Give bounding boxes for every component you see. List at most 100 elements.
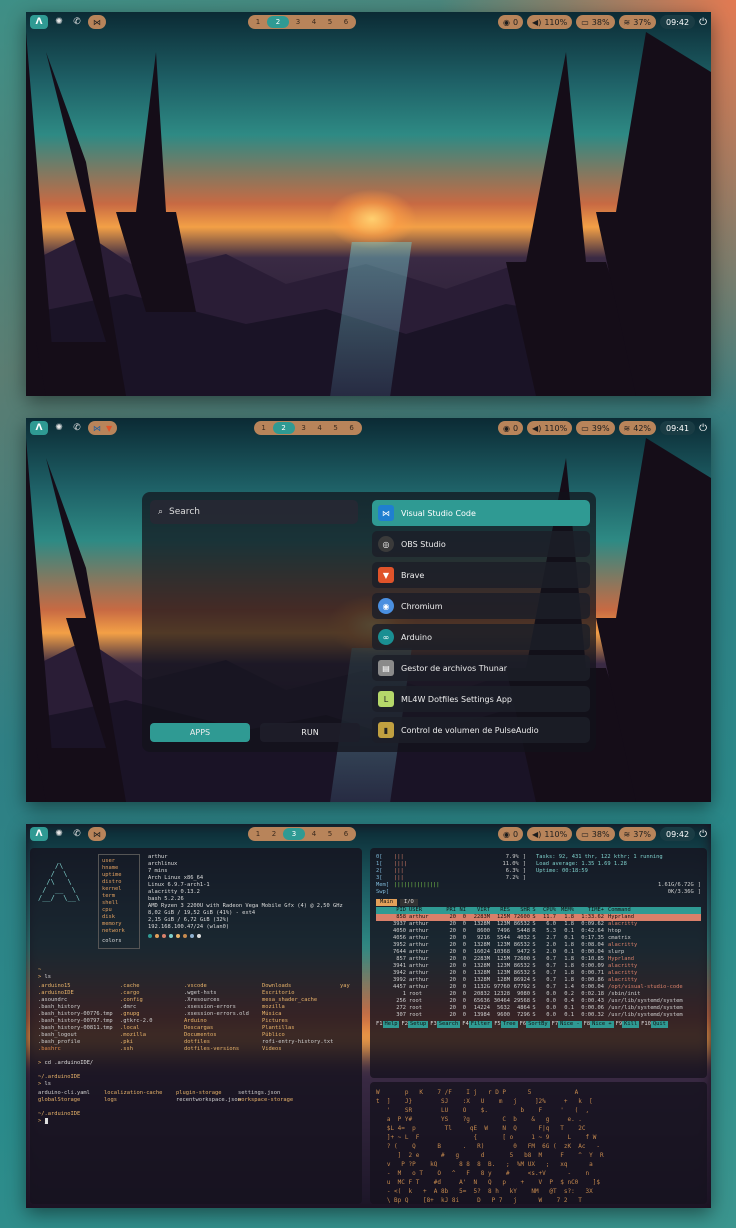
- app-item-ml4w[interactable]: L ML4W Dotfiles Settings App: [372, 686, 590, 712]
- column-header[interactable]: S: [530, 907, 538, 914]
- chatgpt-icon[interactable]: ✺: [52, 15, 66, 29]
- vscode-icon[interactable]: ⋈: [88, 827, 106, 841]
- function-key[interactable]: F5 Tree: [494, 1021, 518, 1028]
- function-key[interactable]: F9 Kill: [616, 1021, 640, 1028]
- volume-button[interactable]: ◀) 110%: [527, 421, 573, 435]
- workspace-6[interactable]: 6: [339, 828, 353, 840]
- process-row[interactable]: 7644 arthur 20 0 16024 10368 9472 S 2.0 0.1 0:00.0…: [376, 949, 701, 956]
- workspace-2[interactable]: 2: [267, 828, 281, 840]
- process-row[interactable]: 3937 arthur 20 0 1328M 123M 86532 S 6.0 1.8 0:09.6…: [376, 921, 701, 928]
- function-key[interactable]: F6 SortBy: [520, 1021, 550, 1028]
- power-icon[interactable]: ⏻: [699, 829, 707, 840]
- function-key[interactable]: F1 Help: [376, 1021, 400, 1028]
- workspace-1[interactable]: 1: [251, 16, 265, 28]
- whatsapp-icon[interactable]: ✆: [70, 827, 84, 841]
- column-header[interactable]: Command: [604, 907, 631, 914]
- app-item-vscode[interactable]: ⋈ Visual Studio Code: [372, 500, 590, 526]
- column-header[interactable]: RES: [490, 907, 510, 914]
- chatgpt-icon[interactable]: ✺: [52, 421, 66, 435]
- column-header[interactable]: USER: [406, 907, 440, 914]
- wifi-indicator[interactable]: ≋ 42%: [618, 421, 657, 435]
- workspace-6[interactable]: 6: [339, 16, 353, 28]
- launcher-logo-icon[interactable]: Λ: [30, 15, 48, 29]
- process-row[interactable]: 4050 arthur 20 0 8600 7496 5448 R 5.3 0.1 0:42.64 h…: [376, 928, 701, 935]
- function-key[interactable]: F8 Nice +: [584, 1021, 614, 1028]
- workspace-3[interactable]: 3: [291, 16, 305, 28]
- whatsapp-icon[interactable]: ✆: [70, 421, 84, 435]
- battery-indicator[interactable]: ▭ 38%: [576, 15, 615, 29]
- process-row[interactable]: 3942 arthur 20 0 1328M 123M 86532 S 0.7 1.8 0:00.7…: [376, 970, 701, 977]
- search-input[interactable]: ⌕ Search: [150, 500, 358, 524]
- workspace-4[interactable]: 4: [313, 422, 327, 434]
- brave-icon[interactable]: ▼: [106, 424, 112, 433]
- column-header[interactable]: MEM%: [556, 907, 574, 914]
- process-row[interactable]: 3941 arthur 20 0 1328M 123M 86532 S 0.7 1.8 0:00.0…: [376, 963, 701, 970]
- function-key[interactable]: F10 Quit: [641, 1021, 668, 1028]
- column-header[interactable]: CPU%: [538, 907, 556, 914]
- launcher-logo-icon[interactable]: Λ: [30, 421, 48, 435]
- chatgpt-icon[interactable]: ✺: [52, 827, 66, 841]
- clock[interactable]: 09:41: [660, 421, 696, 435]
- workspace-6[interactable]: 6: [345, 422, 359, 434]
- workspace-4[interactable]: 4: [307, 16, 321, 28]
- column-header[interactable]: VIRT: [466, 907, 490, 914]
- notifications-button[interactable]: ◉ 0: [497, 827, 524, 841]
- clock[interactable]: 09:42: [660, 15, 696, 29]
- workspace-1[interactable]: 1: [257, 422, 271, 434]
- process-row[interactable]: 272 root 20 0 14224 5632 4864 S 0.0 0.1 0:00.06/us…: [376, 1005, 701, 1012]
- function-key[interactable]: F7 Nice -: [552, 1021, 582, 1028]
- process-row[interactable]: 3952 arthur 20 0 1328M 123M 86532 S 2.0 1.8 0:08.0…: [376, 942, 701, 949]
- column-header[interactable]: PRI: [440, 907, 456, 914]
- process-row[interactable]: 256 root 20 0 65636 30464 29568 S 0.0 0.4 0:00.43 /…: [376, 998, 701, 1005]
- workspace-2[interactable]: 2: [266, 16, 289, 28]
- tab-main[interactable]: Main: [376, 899, 397, 906]
- apps-mode-button[interactable]: APPS: [150, 723, 250, 742]
- app-item-chromium[interactable]: ◉ Chromium: [372, 593, 590, 619]
- process-row[interactable]: 857 arthur 20 0 2283M 125M 72600 S 0.7 1.8 0:10.85…: [376, 956, 701, 963]
- vscode-icon[interactable]: ⋈: [88, 15, 106, 29]
- column-header[interactable]: TIME+: [574, 907, 604, 914]
- column-header[interactable]: SHR: [510, 907, 530, 914]
- workspace-5[interactable]: 5: [323, 16, 337, 28]
- wifi-indicator[interactable]: ≋ 37%: [618, 15, 657, 29]
- battery-indicator[interactable]: ▭ 38%: [576, 827, 615, 841]
- tab-io[interactable]: I/O: [399, 899, 418, 906]
- notifications-button[interactable]: ◉ 0: [497, 15, 524, 29]
- process-row[interactable]: 307 root 20 0 13984 9600 7296 S 0.0 0.1 0:00.32/us…: [376, 1012, 701, 1019]
- app-item-brave[interactable]: ▼ Brave: [372, 562, 590, 588]
- app-item-obs[interactable]: ◎ OBS Studio: [372, 531, 590, 557]
- power-icon[interactable]: ⏻: [699, 17, 707, 28]
- workspace-3[interactable]: 3: [297, 422, 311, 434]
- workspace-3[interactable]: 3: [282, 828, 305, 840]
- terminal-cmatrix[interactable]: W p K 7 /F I j r D P 5 A t ] J} SJ :X U m…: [370, 1082, 707, 1204]
- process-row[interactable]: 858 arthur 20 0 2283M 125M 72600 S 11.7 1.8 1:33.6…: [376, 914, 701, 921]
- function-key[interactable]: F2 Setup: [401, 1021, 429, 1028]
- launcher-logo-icon[interactable]: Λ: [30, 827, 48, 841]
- column-header[interactable]: NI: [456, 907, 467, 914]
- run-mode-button[interactable]: RUN: [260, 723, 360, 742]
- volume-button[interactable]: ◀) 110%: [527, 827, 573, 841]
- app-item-pulseaudio[interactable]: ▮ Control de volumen de PulseAudio: [372, 717, 590, 743]
- workspace-5[interactable]: 5: [323, 828, 337, 840]
- clock[interactable]: 09:42: [660, 827, 696, 841]
- process-row[interactable]: 3992 arthur 20 0 1328M 128M 86924 S 0.7 1.8 0:00.8…: [376, 977, 701, 984]
- volume-button[interactable]: ◀) 110%: [527, 15, 573, 29]
- terminal-fastfetch[interactable]: /\ / \ /\ \ / __ \ /__/ \__\ user hname up…: [30, 848, 362, 1204]
- workspace-1[interactable]: 1: [251, 828, 265, 840]
- workspace-4[interactable]: 4: [307, 828, 321, 840]
- workspace-2[interactable]: 2: [272, 422, 295, 434]
- terminal-htop[interactable]: 0[||| 7.9%] 1[|||| 11.0%] 2[||| 6.3%] 3[||| 7.2…: [370, 848, 707, 1078]
- function-key[interactable]: F4 Filter: [462, 1021, 493, 1028]
- app-item-arduino[interactable]: ∞ Arduino: [372, 624, 590, 650]
- process-row[interactable]: 1 root 20 0 20832 12328 9080 S 0.0 0.2 0:02.18/sbi…: [376, 991, 701, 998]
- battery-indicator[interactable]: ▭ 39%: [576, 421, 615, 435]
- column-header[interactable]: PID: [376, 907, 406, 914]
- workspace-5[interactable]: 5: [329, 422, 343, 434]
- notifications-button[interactable]: ◉ 0: [497, 421, 524, 435]
- wifi-indicator[interactable]: ≋ 37%: [618, 827, 657, 841]
- vscode-icon[interactable]: ⋈: [93, 424, 101, 433]
- process-row[interactable]: 4056 arthur 20 0 9216 5544 4032 S 2.7 0.1 0:17.35 c…: [376, 935, 701, 942]
- power-icon[interactable]: ⏻: [699, 423, 707, 434]
- process-row[interactable]: 4457 arthur 20 0 1132G 97760 67792 S 0.7 1.4 0:00.…: [376, 984, 701, 991]
- whatsapp-icon[interactable]: ✆: [70, 15, 84, 29]
